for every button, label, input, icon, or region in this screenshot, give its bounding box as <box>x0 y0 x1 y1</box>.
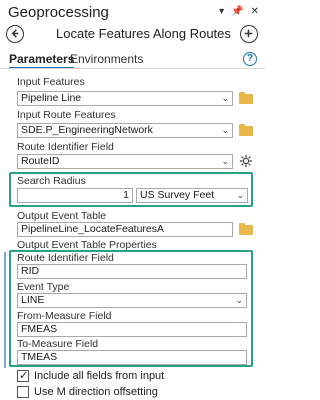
pane-title: Geoprocessing <box>8 4 109 21</box>
include-all-fields-checkbox[interactable] <box>17 369 29 382</box>
search-radius-unit-dropdown[interactable]: US Survey Feet ⌄ <box>136 188 248 203</box>
folder-icon[interactable] <box>239 124 253 136</box>
pane-titlebar: Geoprocessing ▾ 📌 ✕ <box>0 0 265 24</box>
tab-parameters[interactable]: Parameters <box>9 52 75 69</box>
add-button[interactable] <box>240 25 258 43</box>
back-icon <box>11 29 19 39</box>
chevron-down-icon: ⌄ <box>221 93 229 103</box>
from-measure-input[interactable]: FMEAS <box>17 322 247 337</box>
include-all-fields-label: Include all fields from input <box>34 370 165 382</box>
add-icon <box>245 30 253 38</box>
chevron-down-icon: ⌄ <box>221 156 229 166</box>
from-measure-label: From-Measure Field <box>17 310 112 322</box>
from-measure-value: FMEAS <box>21 323 58 335</box>
tool-header: Locate Features Along Routes <box>0 24 265 46</box>
folder-icon[interactable] <box>239 92 253 104</box>
back-button[interactable] <box>6 25 24 43</box>
titlebar-controls: ▾ 📌 ✕ <box>219 6 259 18</box>
event-type-value: LINE <box>21 294 45 306</box>
tab-divider <box>0 68 265 69</box>
input-features-value: Pipeline Line <box>21 92 82 104</box>
options-menu-icon[interactable]: ▾ <box>219 6 224 18</box>
search-radius-value: 1 <box>123 189 129 201</box>
to-measure-label: To-Measure Field <box>17 338 99 350</box>
output-event-table-label: Output Event Table <box>17 210 107 222</box>
route-id-field-label: Route Identifier Field <box>17 141 114 153</box>
output-event-table-value: PipelineLine_LocateFeaturesA <box>21 223 165 235</box>
input-route-features-value: SDE.P_EngineeringNetwork <box>21 124 153 136</box>
event-type-dropdown[interactable]: LINE ⌄ <box>17 293 247 308</box>
output-event-table-input[interactable]: PipelineLine_LocateFeaturesA <box>17 222 233 237</box>
use-m-direction-checkbox[interactable] <box>17 386 29 398</box>
help-icon[interactable]: ? <box>243 52 257 66</box>
input-features-label: Input Features <box>17 76 85 88</box>
input-route-features-label: Input Route Features <box>17 109 116 121</box>
input-features-dropdown[interactable]: Pipeline Line ⌄ <box>17 91 233 106</box>
route-id-field-value: RouteID <box>21 155 60 167</box>
event-type-label: Event Type <box>17 281 70 293</box>
chevron-down-icon: ⌄ <box>221 125 229 135</box>
folder-icon[interactable] <box>239 223 253 235</box>
tool-title: Locate Features Along Routes <box>56 26 231 41</box>
props-route-id-label: Route Identifier Field <box>17 252 114 264</box>
chevron-down-icon: ⌄ <box>235 295 243 305</box>
tab-environments[interactable]: Environments <box>70 52 143 66</box>
pin-icon[interactable]: 📌 <box>231 6 243 18</box>
use-m-direction-label: Use M direction offsetting <box>34 386 158 398</box>
input-route-features-dropdown[interactable]: SDE.P_EngineeringNetwork ⌄ <box>17 123 233 138</box>
props-route-id-value: RID <box>21 265 40 277</box>
search-radius-input[interactable]: 1 <box>17 188 133 203</box>
tab-bar: Parameters Environments ? <box>0 50 265 69</box>
close-icon[interactable]: ✕ <box>251 6 259 18</box>
props-route-id-input[interactable]: RID <box>17 264 247 279</box>
route-id-field-dropdown[interactable]: RouteID ⌄ <box>17 154 233 169</box>
gear-icon[interactable] <box>239 154 253 168</box>
group-indent-line <box>4 252 6 368</box>
to-measure-value: TMEAS <box>21 351 58 363</box>
search-radius-label: Search Radius <box>17 175 86 187</box>
chevron-down-icon: ⌄ <box>236 190 244 200</box>
search-radius-unit-value: US Survey Feet <box>140 189 215 201</box>
to-measure-input[interactable]: TMEAS <box>17 350 247 365</box>
